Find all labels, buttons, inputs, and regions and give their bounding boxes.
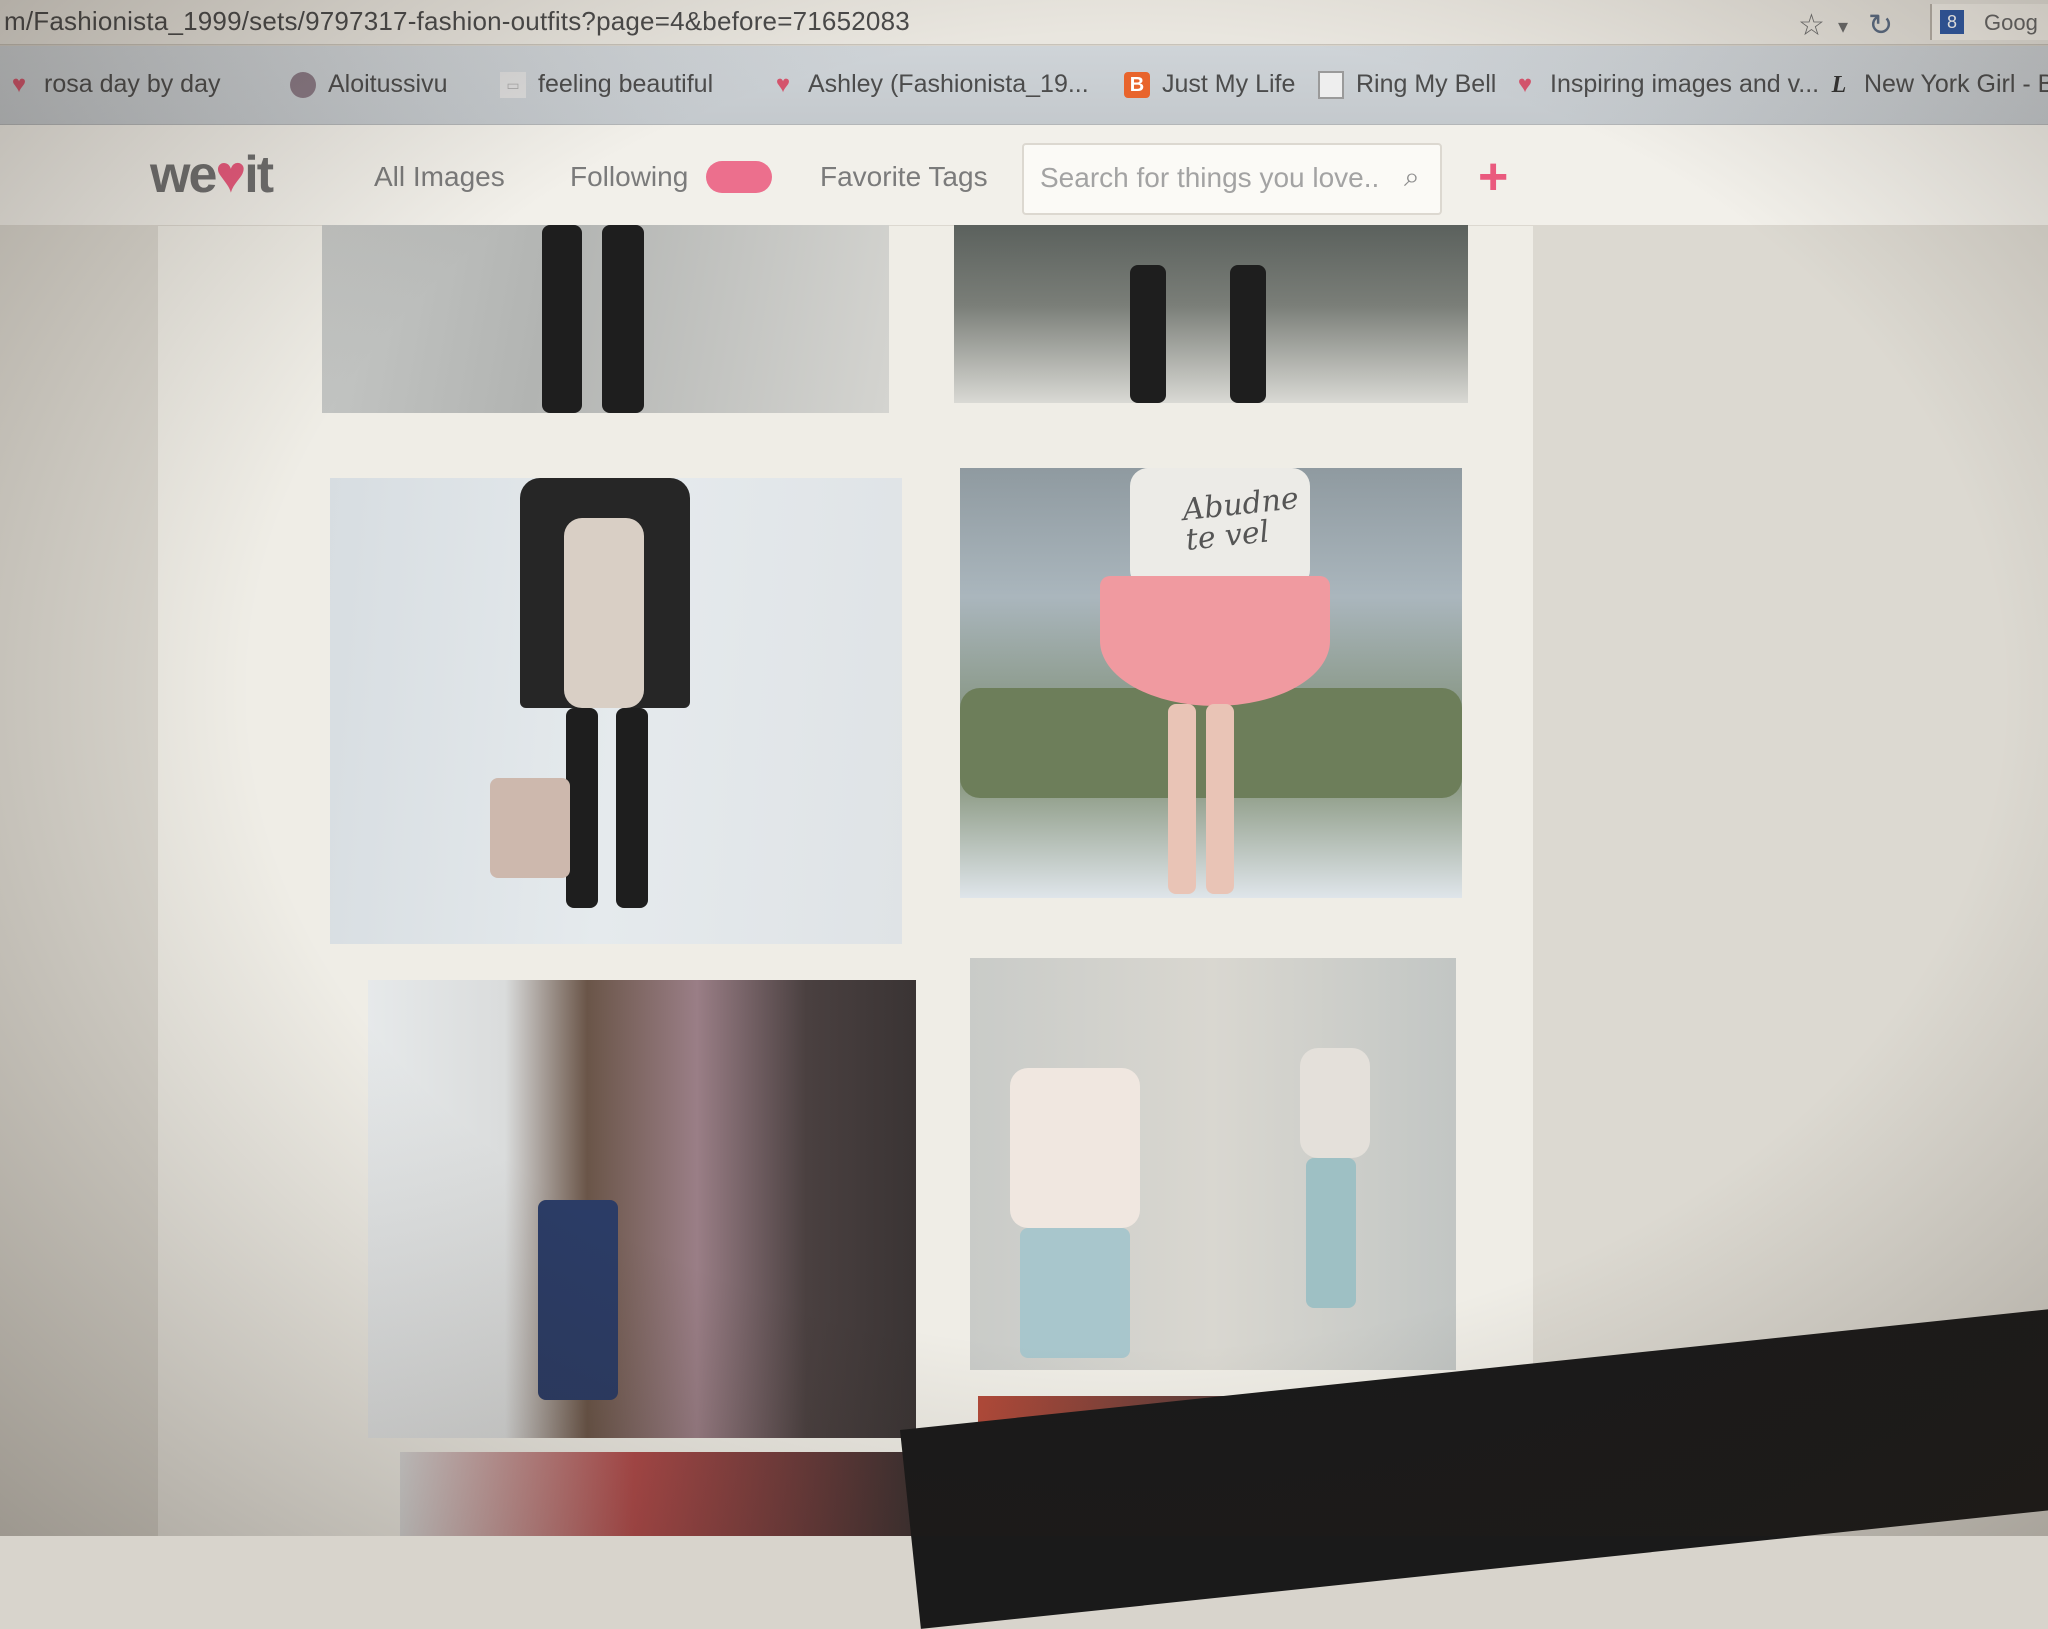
- image-detail: [538, 1200, 618, 1400]
- image-tile[interactable]: [970, 958, 1456, 1370]
- image-tile[interactable]: [330, 478, 902, 944]
- heart-icon: ♥: [775, 70, 791, 98]
- bookmark-just-my-life[interactable]: B Just My Life: [1124, 70, 1295, 99]
- bookmark-rosa-day-by-day[interactable]: ♥ rosa day by day: [6, 70, 221, 99]
- logo-heart-icon: ♥: [215, 146, 246, 204]
- bookmark-label: Ring My Bell: [1356, 70, 1497, 98]
- bookmark-aloitussivu[interactable]: Aloitussivu: [290, 70, 448, 99]
- image-detail: [1010, 1068, 1140, 1228]
- search-icon[interactable]: ⌕: [1404, 161, 1420, 194]
- bookmark-label: New York Girl - Blo: [1864, 70, 2048, 98]
- nav-all-images[interactable]: All Images: [374, 161, 505, 193]
- page-icon: [1318, 70, 1344, 99]
- site-header: we♥it All Images Following Favorite Tags…: [0, 125, 2048, 226]
- bookmark-ashley[interactable]: ♥ Ashley (Fashionista_19...: [770, 70, 1089, 99]
- image-detail: [616, 708, 648, 908]
- bookmark-label: Inspiring images and v...: [1550, 70, 1820, 98]
- page-icon: ▭: [500, 71, 526, 98]
- image-tile[interactable]: [322, 225, 889, 413]
- url-text[interactable]: m/Fashionista_1999/sets/9797317-fashion-…: [4, 6, 910, 37]
- weheartit-logo[interactable]: we♥it: [150, 145, 274, 205]
- bookmark-label: feeling beautiful: [538, 70, 714, 98]
- search-box[interactable]: ⌕: [1022, 143, 1442, 215]
- blogger-icon: B: [1124, 71, 1150, 98]
- image-detail: [564, 518, 644, 708]
- avatar-icon: [290, 71, 316, 98]
- shirt-print-text: Abudne te vel: [1180, 481, 1301, 558]
- image-detail: [1020, 1228, 1130, 1358]
- bookmark-label: Aloitussivu: [328, 70, 448, 98]
- search-input[interactable]: [1038, 161, 1382, 195]
- dropdown-arrow-icon[interactable]: ▾: [1838, 14, 1848, 39]
- search-engine-label: Goog: [1984, 10, 2038, 35]
- image-detail: [566, 708, 598, 908]
- image-detail: [490, 778, 570, 878]
- image-detail: [1230, 265, 1266, 403]
- image-detail: [1306, 1158, 1356, 1308]
- reload-icon[interactable]: ↻: [1868, 8, 1893, 43]
- heart-icon: ♥: [1517, 70, 1533, 98]
- image-tile[interactable]: [400, 1452, 920, 1536]
- image-detail: [602, 225, 644, 413]
- search-engine-icon[interactable]: 8: [1940, 10, 1964, 34]
- image-tile[interactable]: [954, 225, 1468, 403]
- bookmark-ring-my-bell[interactable]: Ring My Bell: [1318, 70, 1496, 99]
- add-image-button[interactable]: +: [1478, 147, 1508, 207]
- bookmark-label: rosa day by day: [44, 70, 221, 98]
- image-detail: [1130, 265, 1166, 403]
- bookmark-inspiring-images[interactable]: ♥ Inspiring images and v...: [1512, 70, 1819, 99]
- bookmark-star-icon[interactable]: ☆: [1798, 8, 1825, 43]
- address-bar[interactable]: m/Fashionista_1999/sets/9797317-fashion-…: [0, 0, 2048, 45]
- image-detail: [1206, 704, 1234, 894]
- bookmark-label: Ashley (Fashionista_19...: [808, 70, 1089, 98]
- nav-favorite-tags[interactable]: Favorite Tags: [820, 161, 988, 193]
- browser-search-box[interactable]: 8 Goog: [1930, 4, 2048, 40]
- bookmarks-bar: ♥ rosa day by day Aloitussivu ▭ feeling …: [0, 46, 2048, 125]
- image-detail: [1100, 576, 1330, 706]
- nav-following[interactable]: Following: [570, 161, 688, 193]
- bookmark-new-york-girl[interactable]: L New York Girl - Blo: [1826, 70, 2048, 99]
- l-icon: L: [1831, 71, 1847, 98]
- bookmark-feeling-beautiful[interactable]: ▭ feeling beautiful: [500, 70, 713, 99]
- logo-it: it: [244, 146, 274, 204]
- heart-icon: ♥: [11, 70, 27, 98]
- image-tile[interactable]: Abudne te vel: [960, 468, 1462, 898]
- image-detail: [1300, 1048, 1370, 1158]
- image-tile[interactable]: [368, 980, 916, 1438]
- image-detail: [1168, 704, 1196, 894]
- following-count-badge[interactable]: [706, 161, 772, 193]
- image-detail: [542, 225, 582, 413]
- logo-we: we: [150, 146, 217, 204]
- bookmark-label: Just My Life: [1162, 70, 1296, 98]
